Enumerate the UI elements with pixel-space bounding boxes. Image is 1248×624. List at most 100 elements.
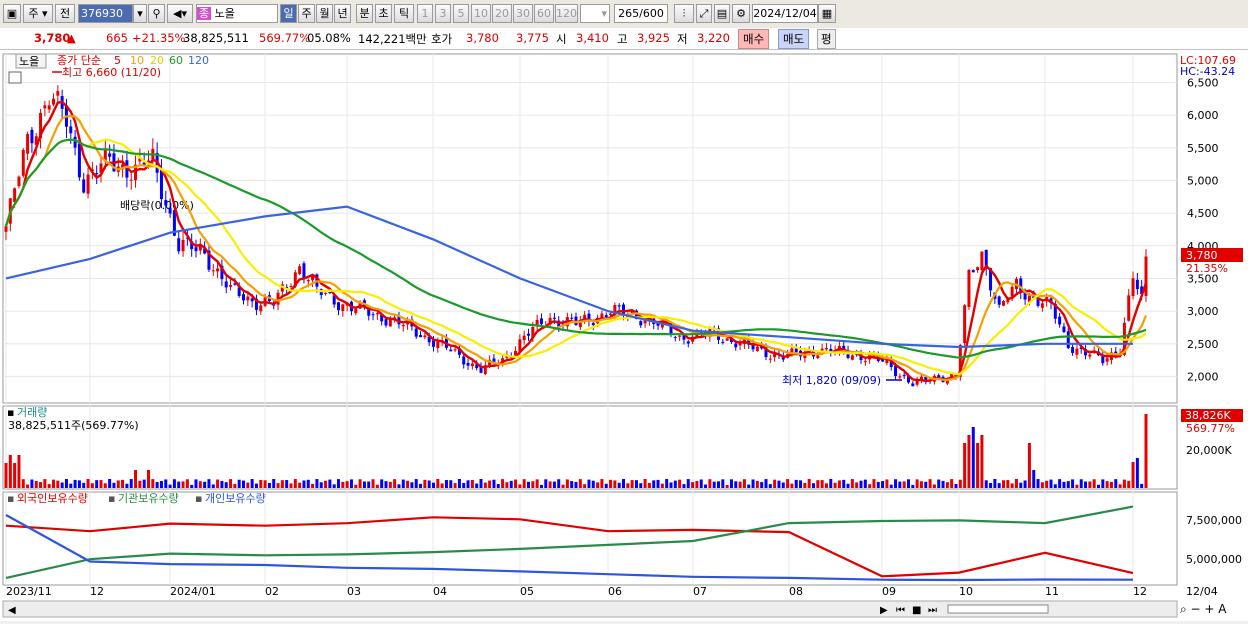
- candle-body: [246, 296, 250, 301]
- date-input[interactable]: 2024/12/04: [752, 4, 818, 23]
- volume-bar: [125, 483, 129, 488]
- period-month[interactable]: 월: [316, 4, 333, 23]
- bar-count-field[interactable]: 265/600: [614, 4, 668, 23]
- stop-icon[interactable]: ■: [912, 605, 921, 616]
- volume-bar: [272, 479, 276, 488]
- volume-bar: [324, 480, 328, 488]
- volume-bar: [652, 480, 656, 488]
- code-dropdown[interactable]: ▾: [133, 4, 147, 23]
- interval-20[interactable]: 20: [492, 4, 512, 23]
- volume-bar: [1135, 458, 1139, 488]
- volume-bar: [203, 481, 207, 488]
- volume-bar: [276, 483, 280, 488]
- candle-body: [47, 105, 51, 110]
- volume-bar: [1006, 480, 1010, 488]
- up-arrow-icon: ▲: [67, 31, 76, 45]
- volume-bar: [250, 479, 254, 488]
- crosshair-icon[interactable]: ⤢: [696, 4, 712, 23]
- volume-bar: [108, 479, 112, 488]
- volume-bar: [868, 484, 872, 488]
- settings-icon[interactable]: ⚙: [732, 4, 750, 23]
- volume-bar: [190, 484, 194, 488]
- volume-bar: [734, 481, 738, 488]
- scroll-thumb[interactable]: [947, 604, 1049, 614]
- scroll-first-icon[interactable]: ⏮: [896, 605, 905, 616]
- save-icon[interactable]: ▤: [714, 4, 730, 23]
- scroll-left-icon[interactable]: ◀: [8, 605, 16, 616]
- stock-code-input[interactable]: 376930: [78, 4, 133, 23]
- market-select[interactable]: 주 ▾: [23, 4, 53, 23]
- candle-body: [259, 305, 263, 312]
- volume-bar: [315, 479, 319, 488]
- volume-bar: [151, 479, 155, 488]
- candle-body: [95, 173, 99, 175]
- candle-body: [423, 335, 427, 338]
- x-tick-label: 12: [90, 585, 104, 598]
- extra-button[interactable]: 평: [817, 29, 836, 49]
- scroll-last-icon[interactable]: ⏭: [928, 605, 937, 616]
- buy-button[interactable]: 매수: [738, 29, 770, 49]
- stock-tab-label: 노을: [19, 55, 39, 68]
- candle-body: [686, 341, 690, 344]
- candle-body: [1066, 331, 1070, 349]
- interval-3[interactable]: 3: [435, 4, 451, 23]
- candle-body: [1040, 303, 1044, 308]
- volume-bar: [725, 484, 729, 488]
- search-icon[interactable]: ⚲: [148, 4, 165, 23]
- period-year[interactable]: 년: [334, 4, 351, 23]
- volume-bar: [552, 481, 556, 488]
- chart-canvas: 노을 종가 단순 5 10 20 60 120 최고 6,660 (11/20)…: [2, 53, 1243, 618]
- volume-bar: [496, 483, 500, 488]
- speaker-icon[interactable]: ◀▾: [167, 4, 193, 23]
- period-second[interactable]: 초: [375, 4, 392, 23]
- interval-custom[interactable]: ▾: [580, 4, 610, 23]
- volume-bar: [1019, 482, 1023, 488]
- price-tag-label: 3,780: [1186, 249, 1218, 262]
- market-label: 주: [28, 7, 39, 20]
- trade-amount: 142,221백만: [358, 32, 427, 46]
- interval-10[interactable]: 10: [471, 4, 491, 23]
- volume-bar: [989, 483, 993, 488]
- volume-bar: [220, 480, 224, 488]
- volume-bar: [928, 479, 932, 488]
- volume-bar: [527, 481, 530, 488]
- candle-body: [1062, 326, 1066, 332]
- volume-bar: [349, 479, 353, 488]
- scroll-right-icon[interactable]: ▶: [880, 605, 888, 616]
- volume-bar: [863, 479, 867, 488]
- candle-icon[interactable]: ⫶: [674, 4, 694, 23]
- interval-120[interactable]: 120: [555, 4, 578, 23]
- price-pane: [2, 53, 1178, 404]
- candle-body: [388, 319, 392, 327]
- volume-y-tick: 20,000K: [1186, 444, 1232, 457]
- prev-button[interactable]: 전: [55, 4, 75, 23]
- layout-icon[interactable]: ▣: [3, 4, 21, 23]
- interval-5[interactable]: 5: [453, 4, 469, 23]
- volume-title: 거래량: [17, 406, 47, 419]
- period-week[interactable]: 주: [298, 4, 315, 23]
- period-minute[interactable]: 분: [356, 4, 373, 23]
- candle-body: [30, 129, 34, 144]
- candle-body: [181, 239, 185, 252]
- period-tick[interactable]: 틱: [394, 4, 414, 23]
- volume-bar: [544, 479, 548, 488]
- volume-bar: [172, 479, 176, 488]
- candle-body: [311, 276, 315, 281]
- volume-bar: [34, 480, 38, 488]
- volume-bar: [941, 480, 945, 488]
- indicator-icon[interactable]: [8, 71, 22, 84]
- interval-1[interactable]: 1: [417, 4, 433, 23]
- interval-60[interactable]: 60: [534, 4, 554, 23]
- price-y-tick: 6,000: [1187, 109, 1219, 122]
- volume-bar: [77, 480, 81, 488]
- sell-button[interactable]: 매도: [778, 29, 810, 49]
- zoom-out-icon[interactable]: ⌕ − + A: [1180, 602, 1227, 616]
- x-tick-label: 03: [347, 585, 361, 598]
- period-day[interactable]: 일: [280, 4, 297, 23]
- volume-bar: [488, 480, 492, 488]
- candle-body: [617, 305, 621, 307]
- calendar-icon[interactable]: ▦: [818, 4, 836, 23]
- interval-30[interactable]: 30: [513, 4, 533, 23]
- stock-name-field[interactable]: 종 노을: [196, 4, 278, 23]
- candle-body: [976, 267, 980, 271]
